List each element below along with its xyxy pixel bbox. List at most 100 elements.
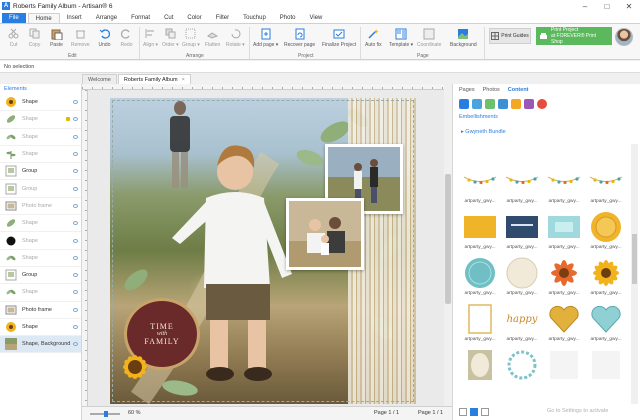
visibility-eye-icon[interactable]: [73, 134, 78, 139]
flatten-button[interactable]: Flatten: [205, 27, 220, 48]
canvas-scroll-thumb[interactable]: [445, 174, 451, 304]
tab-file[interactable]: File: [2, 13, 26, 23]
album-page[interactable]: TIME with FAMILY: [110, 98, 416, 404]
list-view-button[interactable]: [459, 408, 467, 416]
element-row[interactable]: Shape, Background: [0, 336, 81, 354]
visibility-eye-icon[interactable]: [73, 117, 78, 122]
content-scrollbar[interactable]: [631, 144, 638, 404]
close-tab-icon[interactable]: ×: [182, 77, 185, 83]
colors-category-icon[interactable]: [537, 99, 547, 109]
tab-format[interactable]: Format: [124, 13, 157, 23]
text-category-icon[interactable]: [511, 99, 521, 109]
recover-page-button[interactable]: Recover page: [284, 27, 315, 48]
visibility-eye-icon[interactable]: [73, 238, 78, 243]
element-row[interactable]: Photo frame: [0, 302, 81, 319]
layouts-category-icon[interactable]: [524, 99, 534, 109]
embellishment-item[interactable]: artparty_gwy...: [461, 164, 499, 204]
auto-fix-button[interactable]: Auto fix: [365, 27, 382, 48]
visibility-eye-icon[interactable]: [73, 325, 78, 329]
background-button[interactable]: Background: [450, 27, 477, 48]
grid-view-button[interactable]: [470, 408, 478, 416]
embellishment-item[interactable]: artparty_gwy...: [587, 210, 625, 250]
copy-button[interactable]: Copy: [28, 27, 41, 48]
add-page-button[interactable]: Add page ▾: [253, 27, 278, 48]
rotate-button[interactable]: Rotate ▾: [226, 27, 245, 48]
finalize-project-button[interactable]: Finalize Project: [322, 27, 356, 48]
canvas-workspace[interactable]: TIME with FAMILY: [82, 84, 452, 406]
element-row[interactable]: Shape: [0, 94, 81, 112]
zoom-slider-knob[interactable]: [104, 411, 108, 417]
element-row[interactable]: Photo frame: [0, 198, 81, 216]
visibility-eye-icon[interactable]: [73, 307, 78, 312]
user-avatar[interactable]: [615, 28, 633, 46]
undo-button[interactable]: Undo: [98, 27, 111, 48]
tab-cut[interactable]: Cut: [157, 13, 180, 23]
embellishments-category-icon[interactable]: [459, 99, 469, 109]
zoom-slider[interactable]: [90, 411, 120, 417]
lock-icon[interactable]: [66, 117, 70, 122]
embellishment-item[interactable]: artparty_gwy...: [545, 164, 583, 204]
doc-tab-welcome[interactable]: Welcome: [82, 74, 117, 84]
embellishment-item[interactable]: [545, 348, 583, 382]
backgrounds-category-icon[interactable]: [472, 99, 482, 109]
visibility-eye-icon[interactable]: [73, 169, 78, 174]
element-row[interactable]: Shape: [0, 129, 81, 146]
tab-home[interactable]: Home: [27, 13, 60, 23]
embellishment-item[interactable]: artparty_gwy...: [545, 302, 583, 342]
tab-insert[interactable]: Insert: [60, 13, 89, 23]
element-row[interactable]: Shape: [0, 232, 81, 250]
embellishment-item[interactable]: [503, 348, 541, 382]
visibility-eye-icon[interactable]: [73, 273, 78, 278]
align-button[interactable]: Align ▾: [143, 27, 158, 48]
tab-content[interactable]: Content: [508, 87, 529, 93]
embellishment-item[interactable]: artparty_gwy...: [503, 164, 541, 204]
cut-button[interactable]: Cut: [7, 27, 20, 48]
sunflower-embellishment[interactable]: [112, 344, 158, 390]
tab-color[interactable]: Color: [180, 13, 208, 23]
element-row[interactable]: Shape: [0, 215, 81, 233]
content-scroll-thumb[interactable]: [632, 234, 637, 284]
visibility-eye-icon[interactable]: [73, 152, 78, 157]
embellishment-item[interactable]: [587, 348, 625, 382]
element-row[interactable]: Shape: [0, 146, 81, 164]
frames-category-icon[interactable]: [498, 99, 508, 109]
remove-button[interactable]: Remove: [71, 27, 90, 48]
embellishment-item[interactable]: happy artparty_gwy...: [503, 302, 541, 343]
group-button[interactable]: Group ▾: [182, 27, 200, 48]
element-row[interactable]: Shape: [0, 319, 81, 337]
visibility-eye-icon[interactable]: [73, 186, 78, 191]
visibility-eye-icon[interactable]: [73, 221, 78, 226]
visibility-eye-icon[interactable]: [73, 342, 78, 347]
visibility-eye-icon[interactable]: [73, 290, 78, 295]
element-row[interactable]: Shape: [0, 250, 81, 267]
tab-photos[interactable]: Photos: [483, 87, 500, 93]
element-row[interactable]: Group: [0, 267, 81, 285]
paste-button[interactable]: Paste: [50, 27, 63, 48]
embellishment-item[interactable]: artparty_gwy...: [503, 210, 541, 250]
close-button[interactable]: ✕: [618, 0, 640, 12]
embellishment-item[interactable]: artparty_gwy...: [461, 302, 499, 342]
element-row[interactable]: Group: [0, 163, 81, 181]
embellishment-item[interactable]: artparty_gwy...: [545, 256, 583, 296]
large-view-button[interactable]: [481, 408, 489, 416]
embellishment-item[interactable]: [461, 348, 499, 382]
print-project-button[interactable]: Print Project at FOREVER® Print Shop: [536, 27, 612, 45]
embellishment-item[interactable]: artparty_gwy...: [587, 256, 625, 296]
tab-touchup[interactable]: Touchup: [236, 13, 273, 23]
order-button[interactable]: Order ▾: [162, 27, 179, 48]
embellishment-item[interactable]: artparty_gwy...: [587, 164, 625, 204]
visibility-eye-icon[interactable]: [73, 100, 78, 105]
embellishment-item[interactable]: artparty_gwy...: [503, 256, 541, 296]
element-row[interactable]: Shape: [0, 111, 81, 129]
tab-view[interactable]: View: [302, 13, 329, 23]
print-guides-button[interactable]: Print Guides: [489, 28, 531, 44]
visibility-eye-icon[interactable]: [73, 203, 78, 208]
tab-pages[interactable]: Pages: [459, 87, 475, 93]
embellishment-item[interactable]: artparty_gwy...: [461, 256, 499, 296]
embellishment-item[interactable]: artparty_gwy...: [545, 210, 583, 250]
gwyneth-bundle-folder[interactable]: ▸ Gwyneth Bundle: [453, 126, 640, 138]
canvas-vertical-scrollbar[interactable]: [444, 84, 452, 406]
tab-arrange[interactable]: Arrange: [89, 13, 124, 23]
redo-button[interactable]: Redo: [120, 27, 133, 48]
template-button[interactable]: Template ▾: [389, 27, 413, 48]
